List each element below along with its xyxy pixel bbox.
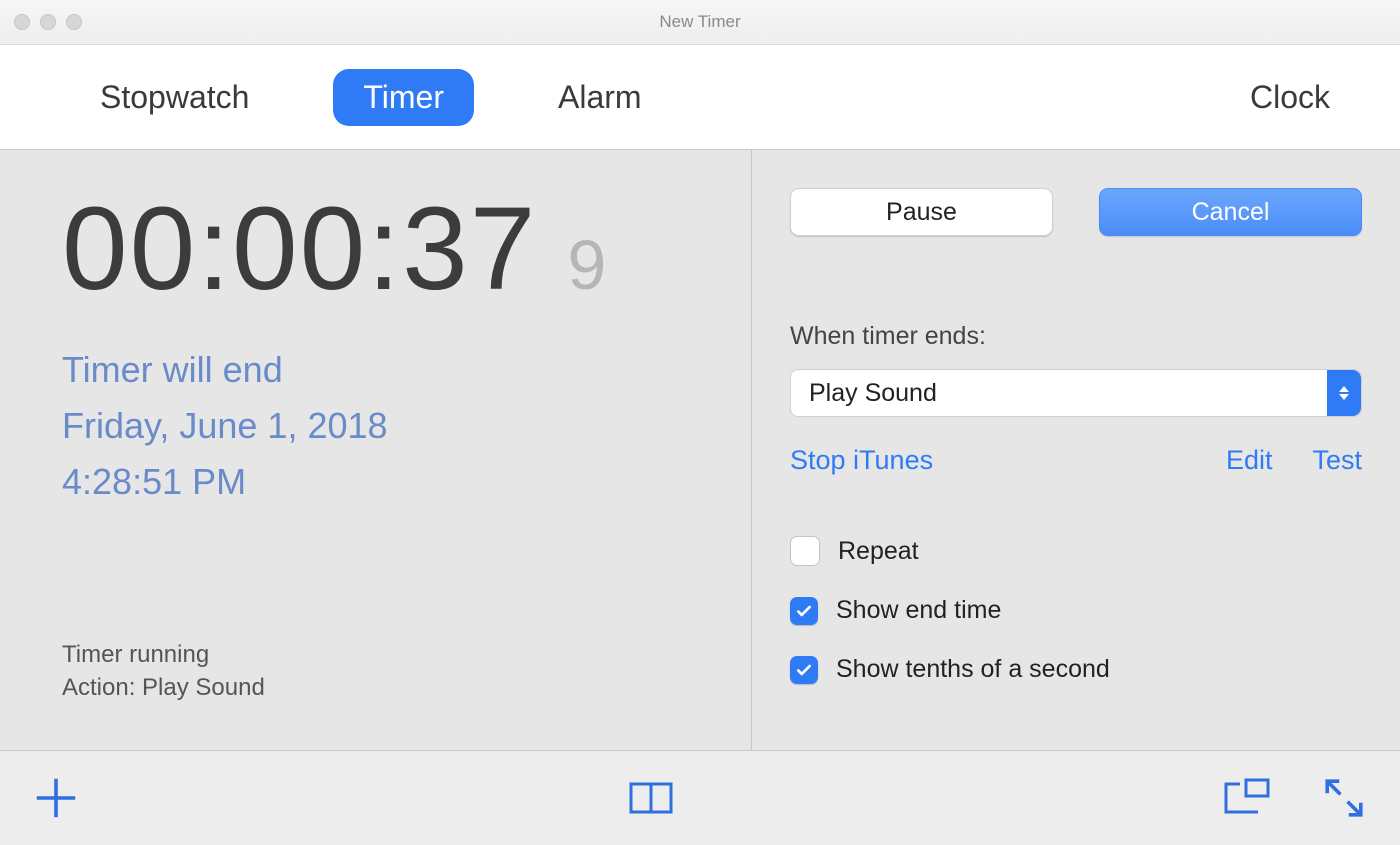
add-button[interactable]	[32, 774, 80, 822]
tab-timer[interactable]: Timer	[333, 69, 474, 126]
timer-display: 00:00:37	[62, 190, 537, 308]
pip-icon	[1222, 778, 1270, 818]
split-view-icon	[627, 778, 675, 818]
show-end-time-option[interactable]: Show end time	[790, 596, 1362, 625]
expand-icon	[1320, 774, 1368, 822]
window-title: New Timer	[0, 12, 1400, 32]
plus-icon	[32, 774, 80, 822]
settings-panel: Pause Cancel When timer ends: Play Sound…	[752, 150, 1400, 750]
tab-clock[interactable]: Clock	[1220, 69, 1330, 126]
pause-button[interactable]: Pause	[790, 188, 1053, 236]
edit-link[interactable]: Edit	[1226, 445, 1273, 476]
timer-end-info: Timer will end Friday, June 1, 2018 4:28…	[62, 342, 691, 509]
mode-tabbar: Stopwatch Timer Alarm Clock	[0, 45, 1400, 150]
content: 00:00:37 9 Timer will end Friday, June 1…	[0, 150, 1400, 750]
repeat-label: Repeat	[838, 537, 919, 566]
show-tenths-option[interactable]: Show tenths of a second	[790, 655, 1362, 684]
fullscreen-button[interactable]	[1320, 774, 1368, 822]
timer-status: Timer running Action: Play Sound	[62, 639, 691, 704]
titlebar: New Timer	[0, 0, 1400, 45]
pip-button[interactable]	[1222, 774, 1270, 822]
checkbox-icon[interactable]	[790, 536, 820, 566]
end-info-time: 4:28:51 PM	[62, 454, 691, 510]
repeat-option[interactable]: Repeat	[790, 536, 1362, 566]
end-info-date: Friday, June 1, 2018	[62, 398, 691, 454]
tab-stopwatch[interactable]: Stopwatch	[70, 69, 279, 126]
tab-alarm[interactable]: Alarm	[528, 69, 672, 126]
status-line-action: Action: Play Sound	[62, 672, 691, 704]
status-line-running: Timer running	[62, 639, 691, 671]
test-link[interactable]: Test	[1312, 445, 1362, 476]
timer-panel: 00:00:37 9 Timer will end Friday, June 1…	[0, 150, 752, 750]
updown-icon	[1327, 370, 1361, 416]
show-tenths-label: Show tenths of a second	[836, 655, 1110, 684]
timer-tenths: 9	[567, 225, 606, 305]
action-select-value: Play Sound	[809, 379, 937, 408]
when-ends-label: When timer ends:	[790, 322, 1362, 351]
action-select[interactable]: Play Sound	[790, 369, 1362, 417]
checkbox-checked-icon[interactable]	[790, 656, 818, 684]
end-info-label: Timer will end	[62, 342, 691, 398]
checkbox-checked-icon[interactable]	[790, 597, 818, 625]
show-end-label: Show end time	[836, 596, 1001, 625]
cancel-button[interactable]: Cancel	[1099, 188, 1362, 236]
bottom-toolbar	[0, 750, 1400, 845]
split-view-button[interactable]	[627, 774, 675, 822]
stop-itunes-link[interactable]: Stop iTunes	[790, 445, 933, 476]
